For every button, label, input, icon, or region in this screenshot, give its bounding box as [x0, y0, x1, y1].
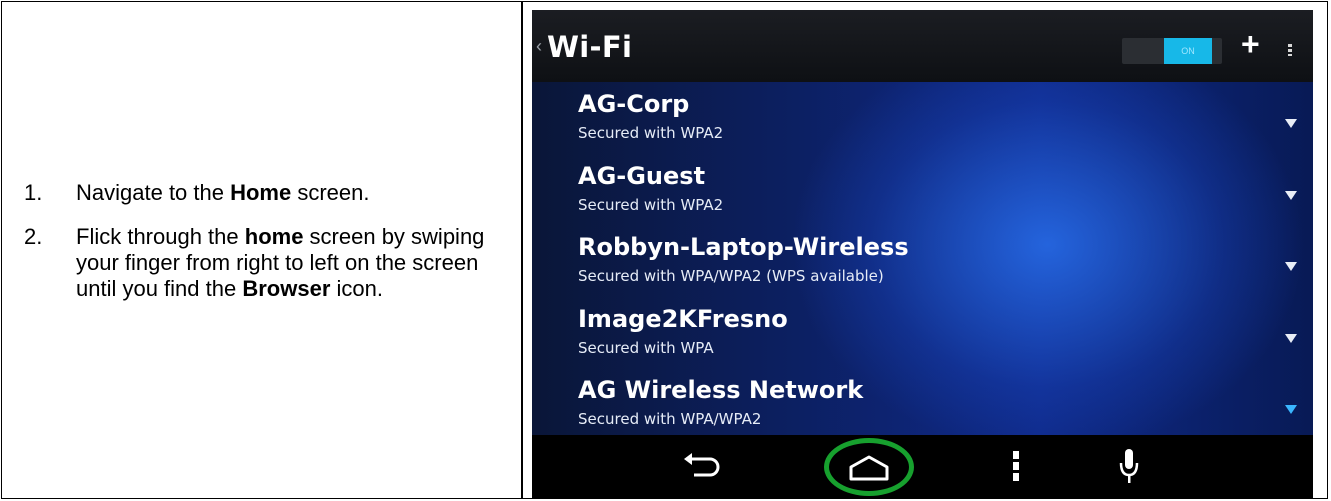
wifi-signal-icon — [1285, 119, 1297, 128]
step-number: 2. — [24, 224, 43, 249]
network-security: Secured with WPA — [578, 339, 714, 357]
column-divider — [521, 2, 523, 498]
home-icon[interactable] — [829, 447, 909, 489]
network-name: Image2KFresno — [578, 305, 788, 333]
step-list: 1. Navigate to the Home screen. 2. Flick… — [24, 180, 504, 320]
wifi-signal-icon — [1285, 191, 1297, 200]
add-network-button[interactable]: + — [1241, 28, 1260, 60]
menu-icon[interactable] — [1013, 451, 1019, 481]
wifi-toggle[interactable]: ON — [1122, 38, 1222, 64]
network-security: Secured with WPA/WPA2 — [578, 410, 762, 428]
page-title: Wi-Fi — [547, 30, 633, 64]
step-number: 1. — [24, 180, 43, 205]
wifi-signal-icon — [1285, 405, 1297, 414]
network-name: Robbyn-Laptop-Wireless — [578, 233, 909, 261]
network-security: Secured with WPA2 — [578, 124, 724, 142]
wifi-signal-icon — [1285, 334, 1297, 343]
step-text: Flick through the — [76, 224, 245, 249]
network-item[interactable]: AG Wireless Network Secured with WPA/WPA… — [578, 372, 1297, 440]
network-name: AG Wireless Network — [578, 376, 864, 404]
toggle-on-label: ON — [1164, 38, 1212, 64]
step-bold-text: Home — [230, 180, 292, 205]
wifi-signal-icon — [1285, 262, 1297, 271]
back-arrow-icon[interactable] — [680, 449, 724, 485]
step-2: 2. Flick through the home screen by swip… — [24, 224, 504, 302]
overflow-menu-icon[interactable] — [1288, 44, 1292, 56]
action-bar: ‹ Wi-Fi ON + — [532, 10, 1313, 82]
network-security: Secured with WPA/WPA2 (WPS available) — [578, 267, 884, 285]
step-text: screen. — [291, 180, 370, 205]
tablet-screenshot: ‹ Wi-Fi ON + AG-Corp Secured with WPA2 A… — [532, 10, 1313, 499]
step-text: icon. — [330, 276, 383, 301]
microphone-icon[interactable] — [1119, 447, 1139, 485]
network-item[interactable]: AG-Corp Secured with WPA2 — [578, 86, 1297, 154]
step-text: Navigate to the — [76, 180, 231, 205]
step-bold-text: Browser — [242, 276, 331, 301]
up-caret-icon[interactable]: ‹ — [536, 36, 542, 57]
navigation-bar — [532, 435, 1313, 499]
network-name: AG-Corp — [578, 90, 690, 118]
network-security: Secured with WPA2 — [578, 196, 724, 214]
network-item[interactable]: AG-Guest Secured with WPA2 — [578, 158, 1297, 226]
network-item[interactable]: Image2KFresno Secured with WPA — [578, 301, 1297, 369]
step-bold-text: home — [244, 224, 304, 249]
step-1: 1. Navigate to the Home screen. — [24, 180, 504, 206]
network-name: AG-Guest — [578, 162, 706, 190]
network-item[interactable]: Robbyn-Laptop-Wireless Secured with WPA/… — [578, 229, 1297, 297]
